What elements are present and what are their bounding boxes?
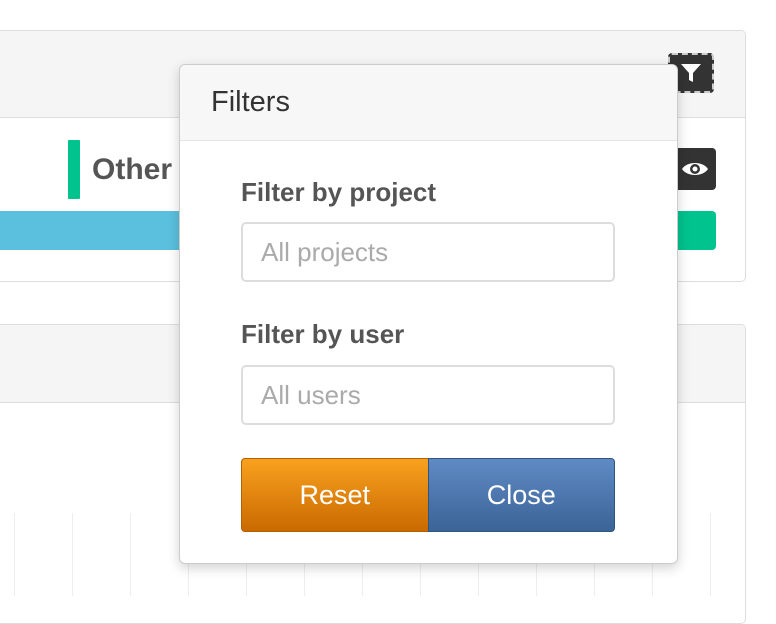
close-button[interactable]: Close bbox=[427, 458, 615, 532]
filter-actions: Reset Close bbox=[241, 458, 615, 532]
filters-popover: Filters Filter by project Filter by user… bbox=[179, 64, 678, 564]
legend-color-swatch bbox=[68, 140, 80, 199]
legend-label: Other bbox=[92, 153, 173, 186]
user-filter-input[interactable] bbox=[241, 365, 615, 425]
filter-icon bbox=[681, 64, 701, 82]
visibility-toggle-button[interactable] bbox=[674, 148, 716, 190]
popover-title: Filters bbox=[180, 65, 677, 141]
project-filter-label: Filter by project bbox=[241, 177, 437, 207]
project-filter-input[interactable] bbox=[241, 222, 615, 282]
user-filter-label: Filter by user bbox=[241, 319, 405, 349]
eye-icon bbox=[682, 163, 708, 175]
reset-button[interactable]: Reset bbox=[241, 458, 429, 532]
